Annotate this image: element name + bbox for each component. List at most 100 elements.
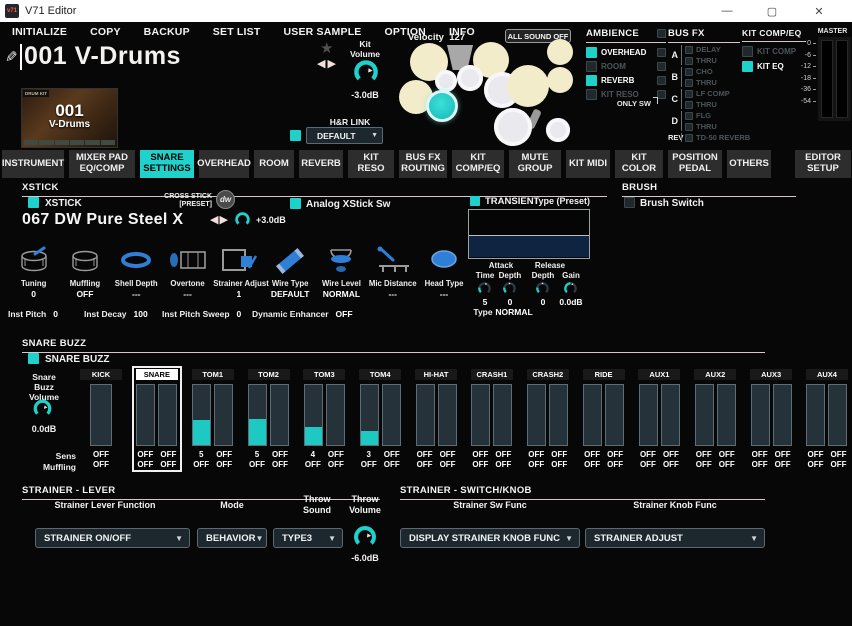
next-kit-icon[interactable]: ▶: [327, 58, 337, 70]
inst-pitch-sweep[interactable]: Inst Pitch Sweep 0: [162, 309, 241, 319]
sens-fader[interactable]: [90, 384, 112, 446]
ambience-checkbox[interactable]: [586, 75, 597, 86]
sens-fader-head[interactable]: [527, 384, 547, 446]
pad-kick[interactable]: [494, 108, 532, 146]
sens-fader-rim[interactable]: [493, 384, 513, 446]
sens-fader-rim[interactable]: [437, 384, 457, 446]
bus-fx-checkbox[interactable]: [685, 67, 693, 76]
tab[interactable]: MUTE GROUP: [509, 150, 561, 178]
transient-checkbox[interactable]: [470, 196, 480, 206]
cross-stick-prev-next[interactable]: ◀▶: [210, 213, 229, 226]
sens-fader-rim[interactable]: [214, 384, 234, 446]
inst-decay[interactable]: Inst Decay 100: [84, 309, 148, 319]
kit-prev-next-buttons[interactable]: ◀▶: [317, 57, 338, 70]
bus-thru-checkbox[interactable]: [685, 122, 693, 131]
param-strainer-adjust[interactable]: Strainer Adjust 1: [213, 243, 269, 299]
pad-ride[interactable]: [507, 65, 549, 107]
sens-fader-rim[interactable]: [158, 384, 178, 446]
param-wire-level[interactable]: Wire Level NORMAL: [316, 243, 367, 299]
bus-fx-checkbox[interactable]: [685, 111, 693, 120]
brush-switch-checkbox[interactable]: [624, 197, 635, 208]
pad-snare[interactable]: [426, 90, 458, 122]
ambience-only-sw-checkbox[interactable]: [657, 48, 666, 57]
ambience-only-sw-checkbox[interactable]: [657, 90, 666, 99]
pad-aux[interactable]: [546, 118, 570, 142]
analog-xstick-checkbox[interactable]: [290, 198, 301, 209]
tab[interactable]: REVERB: [299, 150, 343, 178]
ambience-only-sw-checkbox[interactable]: [657, 29, 666, 38]
tab[interactable]: OVERHEAD: [197, 150, 251, 178]
snare-buzz-volume-knob[interactable]: [32, 398, 53, 419]
maximize-button[interactable]: ▢: [757, 0, 787, 22]
menu-item[interactable]: COPY: [90, 26, 121, 38]
sens-fader-head[interactable]: [694, 384, 714, 446]
sens-fader-head[interactable]: [638, 384, 658, 446]
tab[interactable]: KIT COMP/EQ: [452, 150, 504, 178]
strainer-knob-func-dropdown[interactable]: STRAINER ADJUST ▼: [585, 528, 765, 548]
menu-item[interactable]: SET LIST: [213, 26, 261, 38]
pad-tom2[interactable]: [457, 65, 483, 91]
edit-kit-name-icon[interactable]: ✎: [5, 48, 18, 66]
tab[interactable]: MIXER PAD EQ/COMP: [69, 150, 135, 178]
sens-fader-head[interactable]: [136, 384, 156, 446]
sens-fader-rim[interactable]: [660, 384, 680, 446]
gain-knob[interactable]: [563, 281, 578, 296]
release-depth-knob[interactable]: [535, 281, 550, 296]
param-wire-type[interactable]: Wire Type DEFAULT: [264, 243, 315, 299]
tab[interactable]: POSITION PEDAL: [668, 150, 722, 178]
sens-fader-rim[interactable]: [772, 384, 792, 446]
ambience-only-sw-checkbox[interactable]: [657, 62, 666, 71]
pad-splash[interactable]: [547, 39, 573, 65]
menu-item[interactable]: INITIALIZE: [12, 26, 67, 38]
tab[interactable]: KIT MIDI: [566, 150, 610, 178]
sens-fader-rim[interactable]: [270, 384, 290, 446]
throw-sound-dropdown[interactable]: TYPE3 ▼: [273, 528, 343, 548]
ambience-checkbox[interactable]: [586, 47, 597, 58]
close-button[interactable]: ✕: [804, 0, 834, 22]
tab[interactable]: ROOM: [254, 150, 294, 178]
cross-stick-gain-knob[interactable]: [234, 211, 251, 228]
kit-eq-checkbox[interactable]: [742, 61, 753, 72]
bus-fx-checkbox[interactable]: [685, 89, 693, 98]
sens-fader-head[interactable]: [248, 384, 268, 446]
sens-fader-head[interactable]: [359, 384, 379, 446]
tab[interactable]: KIT COLOR: [615, 150, 663, 178]
tab[interactable]: BUS FX ROUTING: [399, 150, 447, 178]
tab[interactable]: KIT RESO: [348, 150, 394, 178]
param-muffling[interactable]: Muffling OFF: [59, 243, 110, 299]
strainer-lever-function-dropdown[interactable]: STRAINER ON/OFF ▼: [35, 528, 190, 548]
sens-fader-rim[interactable]: [828, 384, 848, 446]
sens-fader-rim[interactable]: [381, 384, 401, 446]
sens-fader-head[interactable]: [583, 384, 603, 446]
mode-dropdown[interactable]: BEHAVIOR ▼: [197, 528, 267, 548]
sens-fader-head[interactable]: [471, 384, 491, 446]
attack-depth-knob[interactable]: [502, 281, 517, 296]
minimize-button[interactable]: —: [712, 0, 742, 22]
pad-crash3[interactable]: [547, 67, 573, 93]
tab-editor-setup[interactable]: EDITOR SETUP: [795, 150, 851, 178]
bus-fx-checkbox[interactable]: [685, 45, 693, 54]
param-tuning[interactable]: Tuning 0: [8, 243, 59, 299]
bus-thru-checkbox[interactable]: [685, 100, 693, 109]
sens-fader-rim[interactable]: [549, 384, 569, 446]
tab[interactable]: SNARE SETTINGS: [140, 150, 194, 178]
param-shell-depth[interactable]: Shell Depth ---: [111, 243, 162, 299]
prev-kit-icon[interactable]: ◀: [317, 58, 327, 70]
kit-comp-checkbox[interactable]: [742, 46, 753, 57]
hr-link-checkbox[interactable]: [290, 130, 301, 141]
sens-fader-rim[interactable]: [325, 384, 345, 446]
hr-link-dropdown[interactable]: DEFAULT ▼: [306, 127, 383, 144]
next-icon[interactable]: ▶: [219, 214, 228, 226]
sens-fader-head[interactable]: [806, 384, 826, 446]
pad-tom1[interactable]: [435, 70, 457, 92]
dynamic-enhancer[interactable]: Dynamic Enhancer OFF: [252, 309, 353, 319]
param-head-type[interactable]: Head Type ---: [418, 243, 469, 299]
sens-fader-head[interactable]: [192, 384, 212, 446]
kit-name-field[interactable]: 001 V-Drums: [20, 42, 181, 71]
xstick-checkbox[interactable]: [28, 197, 39, 208]
bus-rev-checkbox[interactable]: [685, 133, 693, 142]
param-mic-distance[interactable]: Mic Distance ---: [367, 243, 418, 299]
param-overtone[interactable]: Overtone ---: [162, 243, 213, 299]
sens-fader-head[interactable]: [303, 384, 323, 446]
throw-volume-knob[interactable]: [352, 524, 378, 550]
